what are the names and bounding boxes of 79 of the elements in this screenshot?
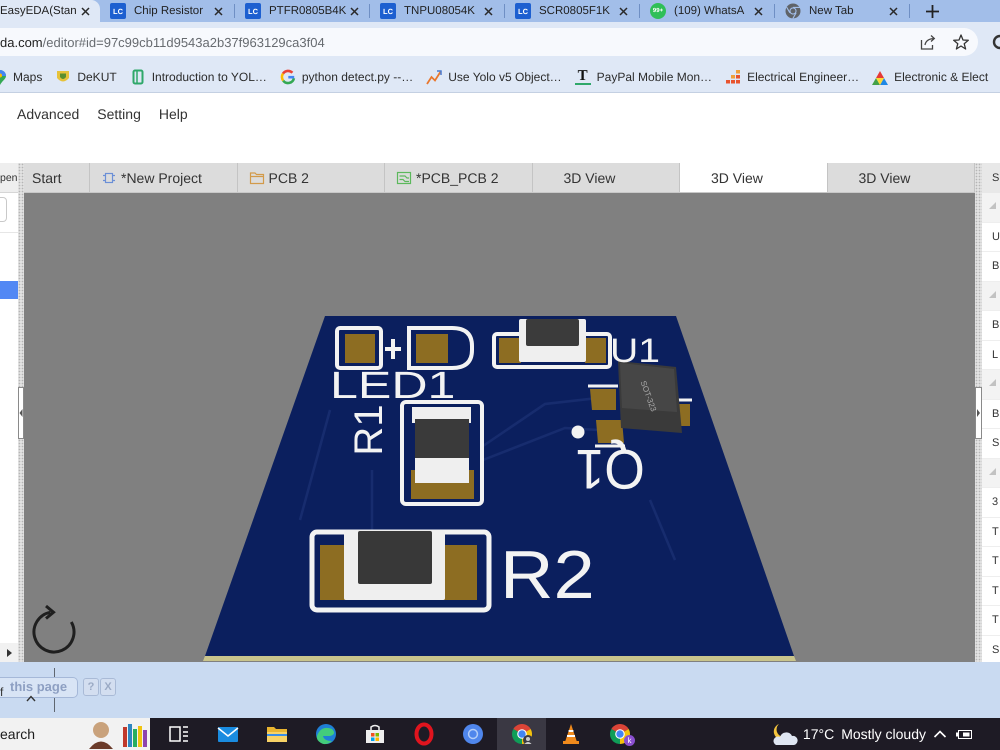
silkscreen-label: R2: [500, 538, 595, 614]
board-icon: [396, 170, 412, 186]
weather-text: Mostly cloudy: [841, 726, 926, 742]
browser-icon: [510, 722, 534, 746]
menu-item[interactable]: Help: [150, 103, 197, 125]
bookmark[interactable]: DeKUT: [48, 69, 124, 85]
list-item[interactable]: B: [982, 400, 1000, 429]
swirl-icon: [314, 722, 338, 746]
list-item[interactable]: T: [982, 518, 1000, 547]
list-item[interactable]: T: [982, 547, 1000, 576]
circle-logo-icon: [460, 722, 484, 746]
profile-badge: k: [624, 735, 635, 746]
silkscreen-label: R1: [347, 404, 391, 456]
ring-icon: [412, 722, 436, 746]
silkscreen-label: Q1: [575, 438, 645, 500]
browser-icon: [785, 3, 801, 19]
scrollbar[interactable]: [0, 643, 18, 662]
books-icon: [122, 721, 148, 747]
document-tab[interactable]: *New Project: [90, 163, 238, 192]
collapse-handle[interactable]: [18, 386, 24, 438]
silkscreen-label: LED1: [330, 364, 456, 407]
person-icon: [86, 719, 116, 749]
profile-icon[interactable]: [990, 34, 1000, 50]
star-icon[interactable]: [953, 34, 969, 50]
bookmark[interactable]: Maps: [0, 69, 49, 85]
browser-icon: [608, 722, 632, 746]
silkscreen-label: U1: [610, 331, 660, 370]
search-field[interactable]: [0, 197, 7, 222]
bookmark[interactable]: T PayPal Mobile Mon…: [568, 69, 719, 85]
menu-item[interactable]: Advanced: [8, 103, 88, 125]
temperature-text: 17°C: [802, 726, 834, 742]
scroll-right-icon[interactable]: [7, 648, 12, 656]
plus-icon[interactable]: [926, 4, 939, 18]
collapse-handle[interactable]: [975, 386, 982, 438]
panel-header: pen: [0, 163, 18, 193]
blocks-icon: [725, 69, 742, 85]
search-box[interactable]: earch: [0, 718, 150, 750]
list-item[interactable]: U: [982, 222, 1000, 252]
prompt-text: this page: [10, 679, 68, 694]
list-item[interactable]: T: [982, 576, 1000, 606]
list-item[interactable]: 3: [982, 488, 1000, 518]
close-icon[interactable]: [350, 6, 360, 16]
triangles-icon: [872, 69, 888, 85]
close-icon[interactable]: [619, 6, 628, 16]
menu-item[interactable]: Setting: [88, 103, 150, 125]
prompt-text: f: [0, 686, 4, 698]
close-icon[interactable]: [80, 6, 90, 16]
battery-icon[interactable]: [955, 727, 972, 741]
site-logo: T: [574, 69, 591, 85]
share-icon[interactable]: [920, 34, 936, 50]
bookmark[interactable]: Electrical Engineer…: [718, 69, 866, 85]
address-field[interactable]: da.com/editor#id=97c99cb11d9543a2b37f963129ca3f04: [0, 28, 978, 56]
reload-icon[interactable]: [32, 604, 76, 654]
browser-tab[interactable]: EasyEDA(Stan: [0, 0, 100, 22]
map-pin-icon: [0, 69, 6, 85]
folder-icon: [248, 170, 264, 186]
close-icon[interactable]: [484, 6, 493, 16]
browser-tab[interactable]: New Tab: [775, 0, 910, 22]
book-icon: [130, 69, 146, 85]
bookmark[interactable]: Introduction to YOL…: [123, 69, 274, 85]
g-logo-icon: [280, 69, 296, 85]
bookmark[interactable]: Electronic & Elect: [866, 69, 995, 85]
caret-icon[interactable]: [26, 695, 36, 702]
document-tab[interactable]: 3D View: [680, 163, 828, 192]
close-icon[interactable]: [214, 6, 223, 16]
close-icon[interactable]: [754, 6, 763, 16]
document-tab[interactable]: PCB 2: [238, 163, 385, 192]
bookmark[interactable]: python detect.py --…: [273, 69, 420, 85]
document-tab[interactable]: *PCB_PCB 2: [385, 163, 532, 192]
close-icon[interactable]: [889, 6, 898, 16]
panel-header: S: [982, 163, 1000, 193]
taskbar-button[interactable]: k: [595, 718, 644, 750]
list-item[interactable]: T: [982, 606, 1000, 636]
marker-dot-icon: [572, 426, 584, 438]
line-chart-icon: [426, 69, 442, 85]
document-tab[interactable]: Start: [24, 163, 90, 192]
list-item[interactable]: B: [982, 311, 1000, 340]
bookmark[interactable]: Use Yolo v5 Object…: [420, 69, 568, 85]
taskbar-button[interactable]: [497, 718, 546, 750]
